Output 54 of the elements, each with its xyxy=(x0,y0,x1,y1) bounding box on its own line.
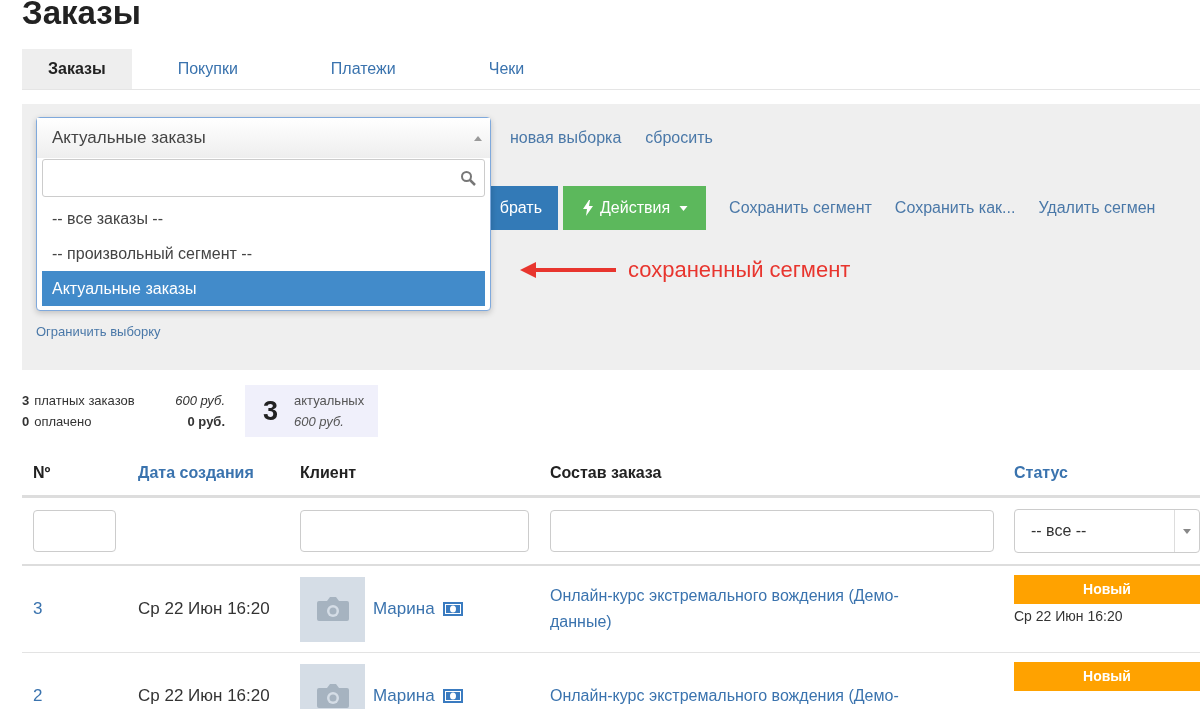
banknote-icon xyxy=(442,689,463,703)
stat-sum: 600 руб. xyxy=(175,392,225,410)
dropdown-option[interactable]: -- произвольный сегмент -- xyxy=(42,236,485,271)
banknote-icon xyxy=(442,602,463,616)
summary-sum: 600 руб. xyxy=(294,413,345,431)
segment-link[interactable]: сбросить xyxy=(645,129,713,147)
filter-field[interactable] xyxy=(300,510,529,552)
status-badge: Новый xyxy=(1014,575,1200,604)
search-icon xyxy=(460,170,476,186)
filter-field[interactable] xyxy=(33,510,116,552)
annotation-text: сохраненный сегмент xyxy=(628,257,851,283)
select-value: Актуальные заказы xyxy=(52,128,206,148)
column-header[interactable]: Дата создания xyxy=(138,464,254,481)
limit-link[interactable]: Ограничить выборку xyxy=(36,324,161,339)
caret-icon xyxy=(1183,528,1191,534)
dropdown-option[interactable]: Актуальные заказы xyxy=(42,271,485,306)
stat-label: оплачено xyxy=(34,413,92,431)
order-date: Ср 22 Июн 16:20 xyxy=(138,599,270,618)
summary-label: актуальных xyxy=(294,392,365,410)
lightning-icon xyxy=(583,200,593,216)
client-link[interactable]: Марина xyxy=(373,599,435,619)
status-badge: Новый xyxy=(1014,662,1200,691)
order-number-link[interactable]: 3 xyxy=(33,599,43,618)
caret-icon xyxy=(474,135,482,141)
segment-link[interactable]: новая выборка xyxy=(510,129,622,147)
summary-count: 3 xyxy=(263,395,279,427)
segment-action-link[interactable]: Сохранить сегмент xyxy=(729,199,872,217)
column-header[interactable]: Статус xyxy=(1014,464,1068,481)
stat-label: платных заказов xyxy=(34,392,135,410)
status-filter-select[interactable]: -- все -- xyxy=(1014,509,1200,553)
search-field[interactable] xyxy=(42,159,485,197)
column-header: Nº xyxy=(33,464,51,481)
segment-action-link[interactable]: Сохранить как... xyxy=(894,199,1016,217)
tab[interactable]: Чеки xyxy=(442,49,572,89)
order-date: Ср 22 Июн 16:20 xyxy=(138,686,270,705)
caret-icon xyxy=(679,205,689,211)
order-content-link[interactable]: Онлайн-курс экстремального вождения (Демо-данные) xyxy=(550,583,950,635)
client-link[interactable]: Марина xyxy=(373,686,435,706)
tab[interactable]: Покупки xyxy=(131,49,285,89)
column-header: Клиент xyxy=(300,464,357,481)
segment-dropdown[interactable]: Актуальные заказы -- все заказы -- -- произвольный сегмент -- Актуальные заказы xyxy=(36,117,491,311)
camera-icon xyxy=(315,596,350,622)
column-header: Состав заказа xyxy=(550,464,662,481)
tab[interactable]: Платежи xyxy=(284,49,443,89)
stat-count: 0 xyxy=(22,413,30,431)
page-title: Заказы xyxy=(22,0,142,33)
order-content-link[interactable]: Онлайн-курс экстремального вождения (Демо- xyxy=(550,683,950,709)
stat-sum: 0 руб. xyxy=(187,413,225,431)
segment-action-link[interactable]: Удалить сегмен xyxy=(1038,199,1156,217)
filter-field[interactable] xyxy=(550,510,994,552)
order-number-link[interactable]: 2 xyxy=(33,686,43,705)
stat-count: 3 xyxy=(22,392,30,410)
tab[interactable]: Заказы xyxy=(22,49,132,89)
status-date: Ср 22 Июн 16:20 xyxy=(1014,608,1124,624)
